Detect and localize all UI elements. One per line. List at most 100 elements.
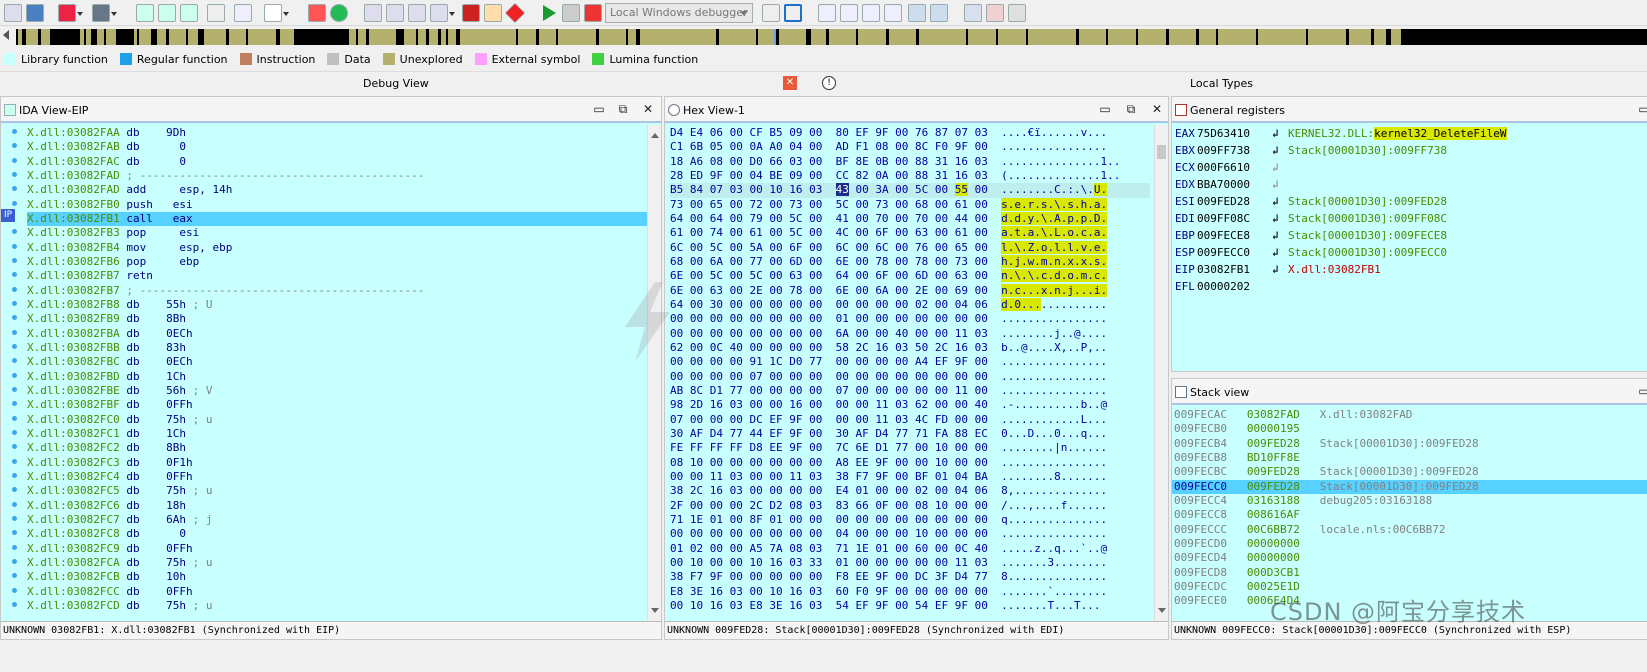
stop-script-icon[interactable] bbox=[462, 4, 480, 22]
disasm-line[interactable]: X.dll:03082FCD db 75h ; u bbox=[27, 599, 647, 613]
disasm-line[interactable]: X.dll:03082FBE db 56h ; V bbox=[27, 384, 647, 398]
hex-row[interactable]: 6E 00 63 00 2E 00 78 00 6E 00 6A 00 2E 0… bbox=[670, 283, 1150, 298]
register-row[interactable]: EBX 009FF738 ↲ Stack[00001D30]:009FF738 bbox=[1175, 144, 1645, 161]
jump-arrow-icon[interactable]: ↲ bbox=[1272, 195, 1288, 208]
stack-row[interactable]: 009FECC0 009FED28 Stack[00001D30]:009FED… bbox=[1172, 479, 1647, 494]
hex-row[interactable]: 01 02 00 00 A5 7A 08 03 71 1E 01 00 60 0… bbox=[670, 542, 1150, 556]
maximize-icon[interactable]: ▭ bbox=[1099, 103, 1111, 115]
disasm-line[interactable]: X.dll:03082FB3 pop esi bbox=[27, 226, 647, 240]
hex-row[interactable]: 64 00 64 00 79 00 5C 00 41 00 70 00 70 0… bbox=[670, 211, 1150, 226]
save-icon[interactable] bbox=[26, 4, 44, 22]
hex-row[interactable]: 00 00 00 00 91 1C D0 77 00 00 00 00 A4 E… bbox=[670, 355, 1150, 369]
open-icon[interactable] bbox=[4, 4, 22, 22]
hex-row[interactable]: 00 10 00 00 10 16 03 33 01 00 00 00 00 0… bbox=[670, 556, 1150, 570]
hex-row[interactable]: 28 ED 9F 00 04 BE 09 00 CC 82 0A 00 88 3… bbox=[670, 169, 1150, 183]
jump-arrow-icon[interactable]: ↲ bbox=[1272, 144, 1288, 157]
stack-row[interactable]: 009FECAC 03082FAD X.dll:03082FAD bbox=[1172, 408, 1647, 422]
disasm-line[interactable]: X.dll:03082FBD db 1Ch bbox=[27, 370, 647, 384]
names-icon[interactable] bbox=[364, 4, 382, 22]
register-row[interactable]: EAX 75D63410 ↲ KERNEL32.DLL:kernel32_Delete… bbox=[1175, 127, 1645, 144]
hex-row[interactable]: 08 10 00 00 00 00 00 00 A8 EE 9F 00 00 1… bbox=[670, 456, 1150, 470]
disasm-line[interactable]: X.dll:03082FAB db 0 bbox=[27, 140, 647, 154]
disasm-line[interactable]: X.dll:03082FCA db 75h ; u bbox=[27, 556, 647, 570]
disasm-line[interactable]: X.dll:03082FC6 db 18h bbox=[27, 499, 647, 513]
disasm-line[interactable]: X.dll:03082FC0 db 75h ; u bbox=[27, 413, 647, 427]
breakpoint-dot[interactable] bbox=[12, 257, 17, 263]
stack-listing[interactable]: 009FECAC 03082FAD X.dll:03082FAD 009FECB0… bbox=[1172, 408, 1647, 622]
hex-row[interactable]: 00 00 00 00 00 00 00 00 6A 00 00 40 00 0… bbox=[670, 327, 1150, 341]
list-icon[interactable] bbox=[1008, 4, 1026, 22]
breakpoint-dot[interactable] bbox=[12, 515, 17, 521]
disasm-line[interactable]: X.dll:03082FAA db 9Dh bbox=[27, 126, 647, 140]
register-row[interactable]: EFL 00000202 bbox=[1175, 280, 1645, 297]
breakpoint-dot[interactable] bbox=[12, 300, 17, 306]
breakpoint-dot[interactable] bbox=[12, 200, 17, 206]
breakpoint-dot[interactable] bbox=[12, 601, 17, 607]
hex-row[interactable]: 07 00 00 00 DC EF 9F 00 00 00 11 03 4C F… bbox=[670, 413, 1150, 427]
hex-row[interactable]: 00 10 16 03 E8 3E 16 03 54 EF 9F 00 54 E… bbox=[670, 599, 1150, 613]
hex-row[interactable]: 30 AF D4 77 44 EF 9F 00 30 AF D4 77 71 F… bbox=[670, 427, 1150, 441]
tab-local-types[interactable]: Local Types bbox=[1190, 77, 1253, 90]
disasm-line[interactable]: X.dll:03082FB8 db 55h ; U bbox=[27, 298, 647, 312]
start-process-icon[interactable] bbox=[540, 4, 558, 22]
breakpoint-dot[interactable] bbox=[12, 343, 17, 349]
jump-arrow-icon[interactable]: ↲ bbox=[1272, 127, 1288, 140]
hex-row[interactable]: 18 A6 08 00 D0 66 03 00 BF 8E 0B 00 88 3… bbox=[670, 155, 1150, 169]
navigation-bar[interactable] bbox=[16, 29, 1647, 45]
hex-row[interactable]: 64 00 30 00 00 00 00 00 00 00 00 00 02 0… bbox=[670, 297, 1150, 312]
hex-row[interactable]: 68 00 6A 00 77 00 6D 00 6E 00 78 00 78 0… bbox=[670, 254, 1150, 269]
disasm-line[interactable]: X.dll:03082FB0 push esi bbox=[27, 198, 647, 212]
stack-row[interactable]: 009FECC4 03163188 debug205:03163188 bbox=[1172, 494, 1647, 508]
breakpoint-dot[interactable] bbox=[12, 386, 17, 392]
xrefs-icon[interactable] bbox=[430, 4, 455, 22]
disasm-line[interactable]: X.dll:03082FC9 db 0FFh bbox=[27, 542, 647, 556]
breakpoint-dot[interactable] bbox=[12, 544, 17, 550]
info-icon[interactable]: ! bbox=[822, 76, 836, 90]
hex-row[interactable]: 00 00 11 03 00 00 11 03 38 F7 9F 00 BF 0… bbox=[670, 470, 1150, 484]
disasm-line[interactable]: X.dll:03082FCC db 0FFh bbox=[27, 585, 647, 599]
step-into-icon[interactable] bbox=[762, 4, 780, 22]
restore-icon[interactable]: ⧉ bbox=[617, 103, 629, 115]
register-row[interactable]: EIP 03082FB1 ↲ X.dll:03082FB1 bbox=[1175, 263, 1645, 280]
hex-row[interactable]: 6C 00 5C 00 5A 00 6F 00 6C 00 6C 00 76 0… bbox=[670, 240, 1150, 255]
breakpoint-dot[interactable] bbox=[12, 229, 17, 235]
disasm-line[interactable]: X.dll:03082FB9 db 8Bh bbox=[27, 312, 647, 326]
run-to-cursor-icon[interactable] bbox=[818, 4, 836, 22]
jump-forward-icon[interactable] bbox=[92, 4, 117, 22]
breakpoint-dot[interactable] bbox=[12, 444, 17, 450]
scroll-thumb[interactable] bbox=[1157, 145, 1166, 159]
stack-row[interactable]: 009FECC8 008616AF bbox=[1172, 508, 1647, 522]
maximize-icon[interactable]: ▭ bbox=[1638, 385, 1647, 397]
breakpoint-dot[interactable] bbox=[12, 171, 17, 177]
disasm-line[interactable]: X.dll:03082FAC db 0 bbox=[27, 155, 647, 169]
hex-row[interactable]: 38 2C 16 03 00 00 00 00 E4 01 00 00 02 0… bbox=[670, 484, 1150, 498]
register-row[interactable]: EDX BBA70000 ↲ bbox=[1175, 178, 1645, 195]
breakpoint-dot[interactable] bbox=[12, 472, 17, 478]
structures-icon[interactable] bbox=[180, 4, 198, 22]
disasm-line[interactable]: X.dll:03082FBB db 83h bbox=[27, 341, 647, 355]
breakpoint-dot[interactable] bbox=[12, 329, 17, 335]
disasm-line[interactable]: X.dll:03082FB4 mov esp, ebp bbox=[27, 241, 647, 255]
hex-row[interactable]: B5 84 07 03 00 10 16 03 43 00 3A 00 5C 0… bbox=[670, 183, 1150, 198]
disasm-line[interactable]: X.dll:03082FBC db 0ECh bbox=[27, 355, 647, 369]
hex-row[interactable]: 73 00 65 00 72 00 73 00 5C 00 73 00 68 0… bbox=[670, 197, 1150, 212]
trace-icon[interactable] bbox=[862, 4, 880, 22]
green-dot-icon[interactable] bbox=[330, 4, 348, 22]
scroll-up-icon[interactable] bbox=[651, 129, 659, 138]
disasm-line[interactable]: X.dll:03082FB7 retn bbox=[27, 269, 647, 283]
jump-back-icon[interactable] bbox=[58, 4, 83, 22]
breakpoint-dot[interactable] bbox=[12, 372, 17, 378]
jump-arrow-icon[interactable]: ↲ bbox=[1272, 178, 1288, 191]
hex-row[interactable]: 62 00 0C 40 00 00 00 00 58 2C 16 03 50 2… bbox=[670, 341, 1150, 355]
enums-icon[interactable] bbox=[207, 4, 225, 22]
list-red-icon[interactable] bbox=[986, 4, 1004, 22]
breakpoint-icon[interactable] bbox=[308, 4, 326, 22]
stack-row[interactable]: 009FECD8 000D3CB1 bbox=[1172, 566, 1647, 580]
jump-arrow-icon[interactable]: ↲ bbox=[1272, 246, 1288, 259]
step-over-icon[interactable] bbox=[784, 4, 802, 22]
graph-icon[interactable] bbox=[158, 4, 176, 22]
breakpoint-dot[interactable] bbox=[12, 487, 17, 493]
stop-diamond-icon[interactable] bbox=[504, 2, 526, 24]
terminate-icon[interactable] bbox=[584, 4, 602, 22]
modules-icon[interactable] bbox=[908, 4, 926, 22]
